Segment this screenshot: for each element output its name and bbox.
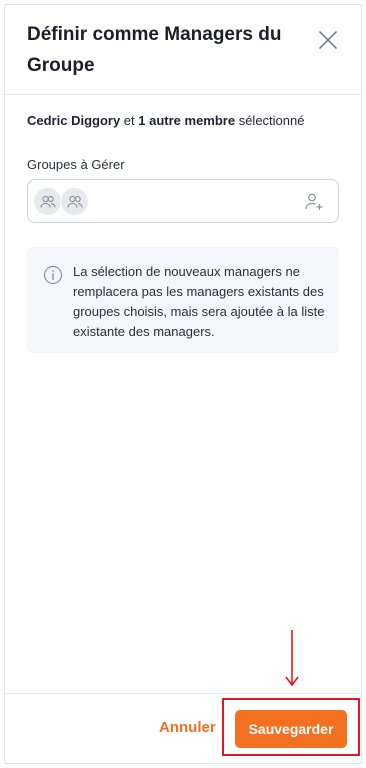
add-group-button[interactable]	[304, 192, 324, 212]
annotation-highlight-box	[222, 698, 360, 756]
info-notice: La sélection de nouveaux managers ne rem…	[27, 247, 339, 353]
manager-dialog: Définir comme Managers du Groupe Cedric …	[4, 4, 362, 764]
selection-summary: Cedric Diggory et 1 autre membre sélecti…	[27, 113, 304, 128]
info-icon	[43, 265, 63, 285]
group-icon	[39, 195, 56, 208]
close-icon	[319, 31, 337, 49]
groups-select-field[interactable]	[27, 179, 339, 223]
add-user-icon	[305, 193, 323, 210]
selection-connector: et	[120, 113, 139, 128]
group-icon	[66, 195, 83, 208]
annotation-arrow	[285, 630, 299, 687]
selected-member-name: Cedric Diggory	[27, 113, 121, 128]
selected-others-count: 1 autre membre	[138, 113, 236, 128]
info-text: La sélection de nouveaux managers ne rem…	[73, 264, 325, 339]
close-button[interactable]	[317, 29, 339, 51]
group-avatar	[33, 187, 62, 216]
group-avatar	[60, 187, 89, 216]
groups-field-label: Groupes à Gérer	[27, 157, 125, 172]
cancel-button[interactable]: Annuler	[159, 708, 216, 748]
dialog-title: Définir comme Managers du Groupe	[27, 24, 282, 76]
dialog-header: Définir comme Managers du Groupe	[5, 5, 361, 95]
selection-suffix: sélectionné	[235, 113, 305, 128]
